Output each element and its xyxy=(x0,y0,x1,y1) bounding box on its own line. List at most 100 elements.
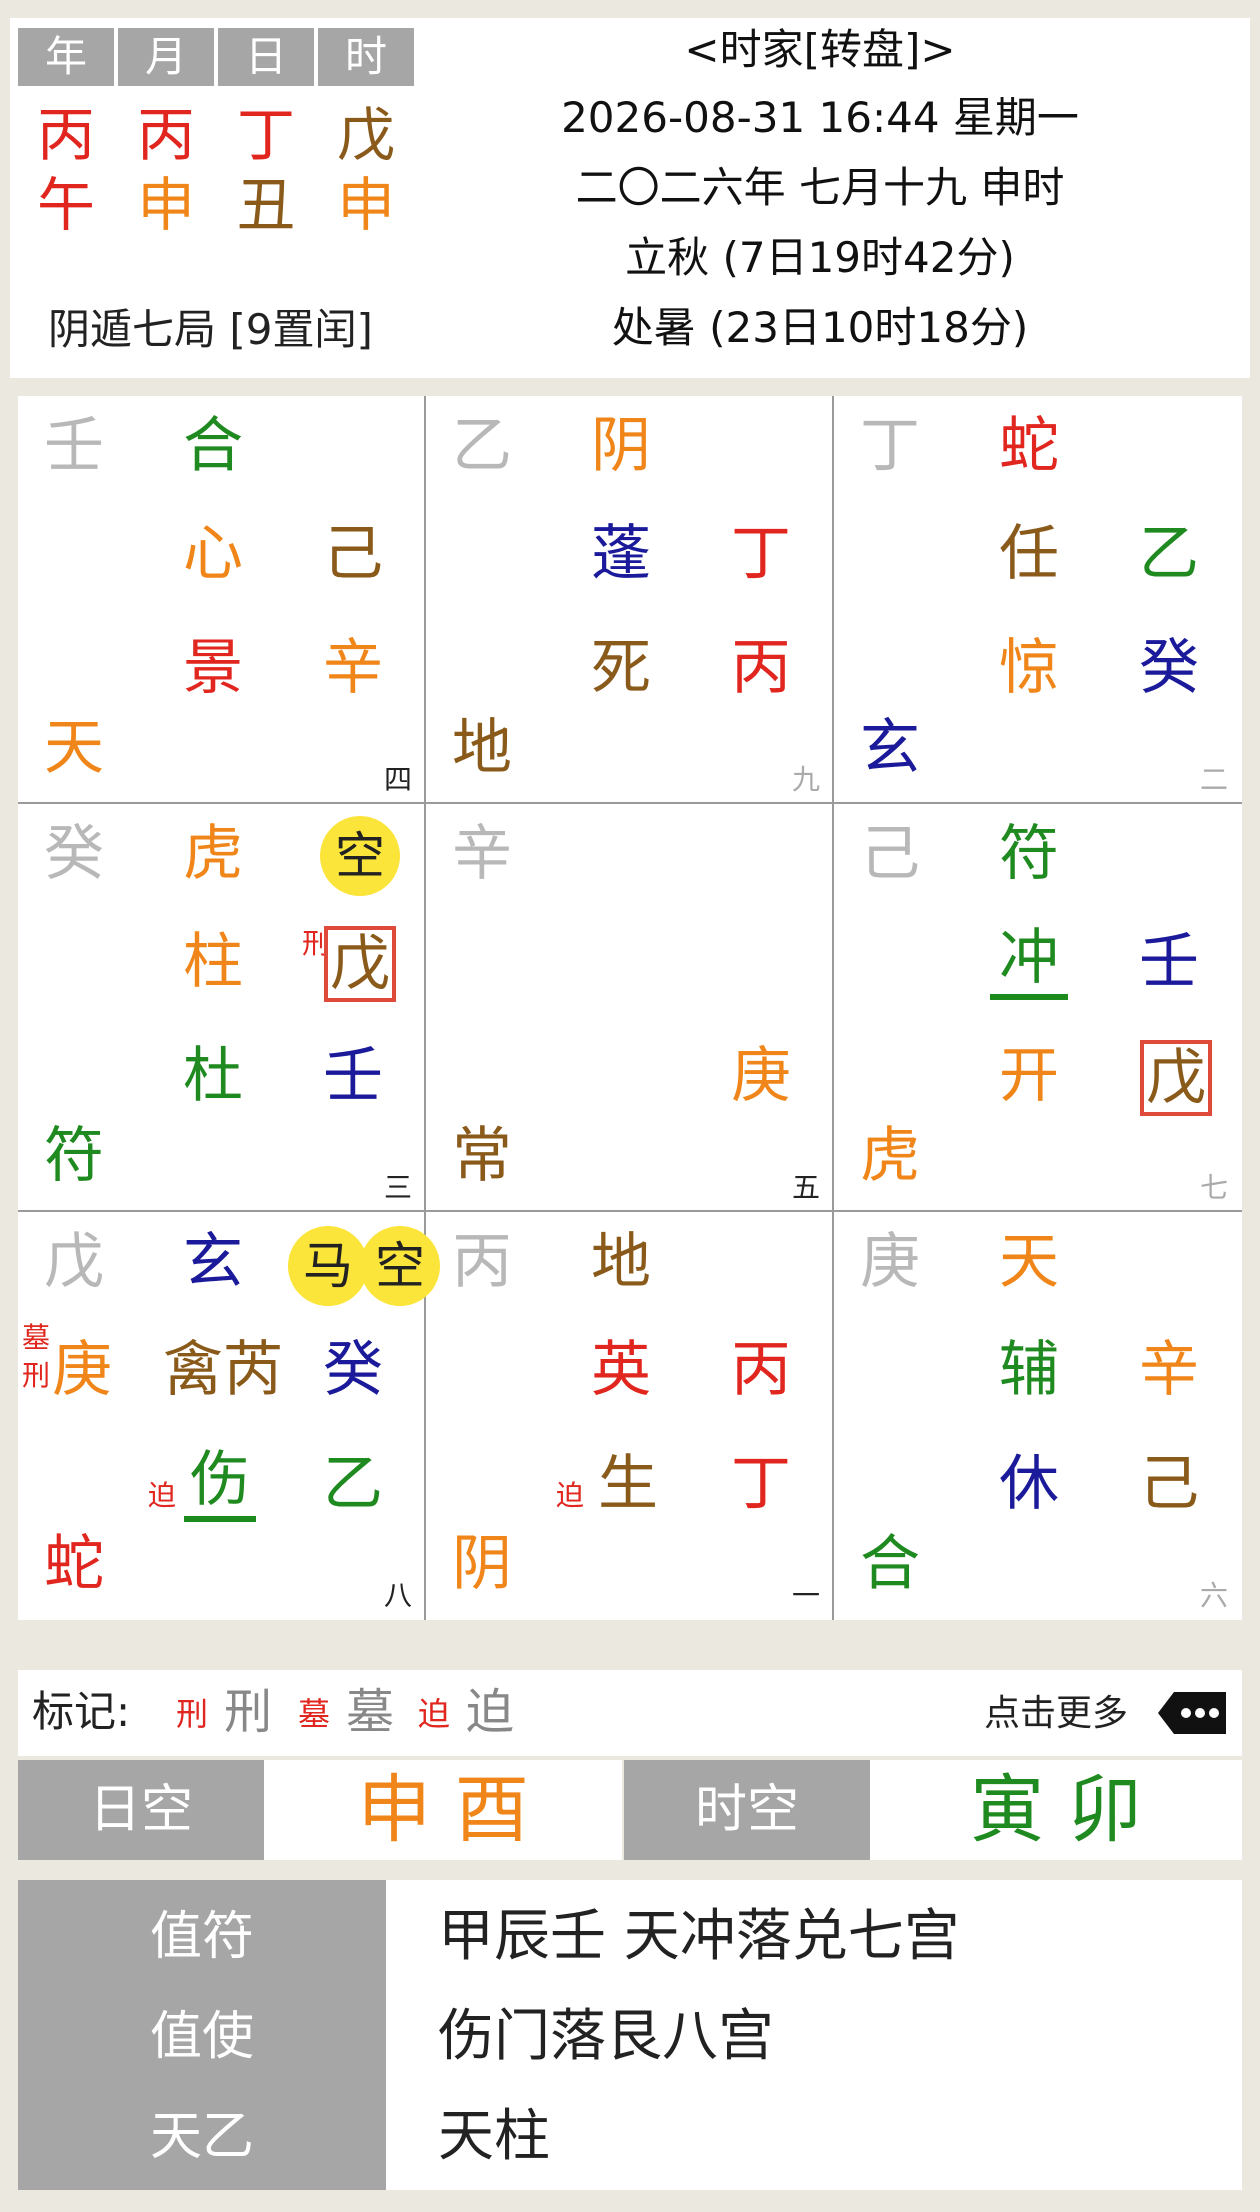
palace-earth-stem: 戊 xyxy=(1140,1040,1212,1116)
palace-heaven-stem: 丁 xyxy=(731,519,791,589)
palace-deity: 常 xyxy=(452,1121,512,1191)
xing-mark: 刑 xyxy=(22,1359,51,1392)
palace-heaven-stem: 癸 xyxy=(323,1335,383,1405)
palace-jiling-stem: 庚 xyxy=(52,1335,112,1405)
palace-star: 任 xyxy=(999,519,1059,589)
palace-corner-stem: 丙 xyxy=(452,1227,512,1297)
palace-deity: 地 xyxy=(452,713,512,783)
palace-god: 蛇 xyxy=(999,411,1059,481)
palace-star: 柱 xyxy=(183,927,243,997)
info-label-zhishi: 值使 xyxy=(149,2007,254,2067)
palace-heaven-stem: 壬 xyxy=(1139,927,1199,997)
palace-number: 一 xyxy=(791,1579,820,1612)
hour-branch: 申 xyxy=(336,171,395,239)
palace-earth-stem: 丙 xyxy=(731,633,791,703)
palace-heaven-stem: 戊 xyxy=(324,926,396,1002)
palace-number: 二 xyxy=(1199,763,1228,796)
palace-god: 玄 xyxy=(183,1227,243,1297)
palace-corner-stem: 辛 xyxy=(452,819,512,889)
palace-deity: 蛇 xyxy=(44,1529,104,1599)
kong-row: 日空 申 酉 时空 寅 卯 xyxy=(18,1760,1242,1860)
palace-3[interactable]: 癸 虎 空 柱 刑 戊 杜 壬 符 三 xyxy=(18,804,426,1212)
palace-star: 辅 xyxy=(999,1335,1059,1405)
palace-9[interactable]: 乙 阴 蓬 丁 死 丙 地 九 xyxy=(426,396,834,804)
tab-year[interactable]: 年 xyxy=(18,28,114,86)
palace-number: 六 xyxy=(1199,1579,1228,1612)
palace-corner-stem: 己 xyxy=(860,819,920,889)
tab-month[interactable]: 月 xyxy=(118,28,214,86)
palace-heaven-stem: 丙 xyxy=(731,1335,791,1405)
legend-small-xing: 刑 xyxy=(176,1695,209,1733)
palace-8[interactable]: 戊 玄 马 空 墓 刑 庚 禽芮 癸 迫 伤 乙 蛇 八 xyxy=(18,1212,440,1620)
palace-deity: 玄 xyxy=(860,713,920,783)
palace-5[interactable]: 辛 庚 常 五 xyxy=(426,804,834,1212)
day-kong-value: 申 酉 xyxy=(264,1760,622,1860)
palace-door: 惊 xyxy=(999,633,1059,703)
legend-small-mu: 墓 xyxy=(298,1695,331,1733)
palace-deity: 天 xyxy=(44,713,104,783)
chart-title: <时家[转盘]> xyxy=(684,25,956,74)
palace-corner-stem: 壬 xyxy=(44,411,104,481)
solar-datetime: 2026-08-31 16:44 星期一 xyxy=(561,93,1079,142)
palace-door: 开 xyxy=(999,1041,1059,1111)
palace-corner-stem: 丁 xyxy=(860,411,920,481)
palace-star: 蓬 xyxy=(591,519,651,589)
palace-earth-stem: 庚 xyxy=(731,1041,791,1111)
palace-corner-stem: 庚 xyxy=(860,1227,920,1297)
palace-corner-stem: 乙 xyxy=(452,411,512,481)
info-label-tianyi: 天乙 xyxy=(149,2107,254,2167)
ma-badge: 马 xyxy=(288,1226,368,1306)
palace-deity: 符 xyxy=(44,1121,104,1191)
mu-mark: 墓 xyxy=(22,1321,51,1354)
palace-star: 心 xyxy=(183,519,243,589)
solar-term-2: 处暑 (23日10时18分) xyxy=(611,303,1029,352)
more-icon[interactable] xyxy=(1154,1690,1230,1736)
palace-door: 生 xyxy=(598,1449,658,1519)
month-stem: 丙 xyxy=(136,101,195,169)
day-branch: 丑 xyxy=(236,171,295,239)
kong-badge: 空 xyxy=(320,816,400,896)
palace-god: 天 xyxy=(999,1227,1059,1297)
palace-earth-stem: 辛 xyxy=(323,633,383,703)
palace-earth-stem: 丁 xyxy=(731,1449,791,1519)
palace-star: 冲 xyxy=(990,922,1068,1000)
palace-6[interactable]: 庚 天 辅 辛 休 己 合 六 xyxy=(834,1212,1242,1620)
palace-number: 三 xyxy=(383,1171,412,1204)
hour-stem: 戊 xyxy=(336,101,395,169)
palace-heaven-stem: 辛 xyxy=(1139,1335,1199,1405)
po-mark: 迫 xyxy=(556,1479,585,1512)
info-table: 值符 甲辰壬 天冲落兑七宫 值使 伤门落艮八宫 天乙 天柱 xyxy=(18,1880,1242,2190)
legend-label: 标记: xyxy=(32,1687,131,1736)
tab-hour[interactable]: 时 xyxy=(318,28,414,86)
palace-god: 符 xyxy=(999,819,1059,889)
palace-earth-stem: 壬 xyxy=(323,1041,383,1111)
palace-door: 死 xyxy=(591,633,651,703)
palace-corner-stem: 癸 xyxy=(44,819,104,889)
palace-star: 禽芮 xyxy=(163,1335,283,1405)
palace-heaven-stem: 己 xyxy=(323,519,383,589)
year-branch: 午 xyxy=(36,171,95,239)
hour-kong-label: 时空 xyxy=(624,1760,870,1860)
info-label-zhifu: 值符 xyxy=(149,1907,254,1967)
palace-1[interactable]: 丙 地 英 丙 迫 生 丁 阴 一 xyxy=(426,1212,834,1620)
palace-deity: 阴 xyxy=(452,1529,512,1599)
more-link[interactable]: 点击更多 xyxy=(984,1692,1128,1736)
palace-number: 九 xyxy=(791,763,820,796)
palace-4[interactable]: 壬 合 心 己 景 辛 天 四 xyxy=(18,396,426,804)
year-stem: 丙 xyxy=(36,101,95,169)
palace-2[interactable]: 丁 蛇 任 乙 惊 癸 玄 二 xyxy=(834,396,1242,804)
palace-7[interactable]: 己 符 冲 壬 开 戊 虎 七 xyxy=(834,804,1242,1212)
palace-number: 八 xyxy=(383,1579,412,1612)
tab-day[interactable]: 日 xyxy=(218,28,314,86)
legend-big-po: 迫 xyxy=(466,1684,515,1740)
day-kong-label: 日空 xyxy=(18,1760,264,1860)
palace-door: 休 xyxy=(999,1449,1059,1519)
palace-god: 虎 xyxy=(183,819,243,889)
info-value-zhishi: 伤门落艮八宫 xyxy=(438,2004,774,2069)
legend-bar: 标记: 刑 刑 墓 墓 迫 迫 点击更多 xyxy=(18,1670,1242,1756)
info-value-tianyi: 天柱 xyxy=(438,2104,550,2169)
month-branch: 申 xyxy=(136,171,195,239)
palace-deity: 合 xyxy=(860,1529,920,1599)
palace-star: 英 xyxy=(591,1335,651,1405)
palace-door: 伤 xyxy=(184,1444,256,1522)
